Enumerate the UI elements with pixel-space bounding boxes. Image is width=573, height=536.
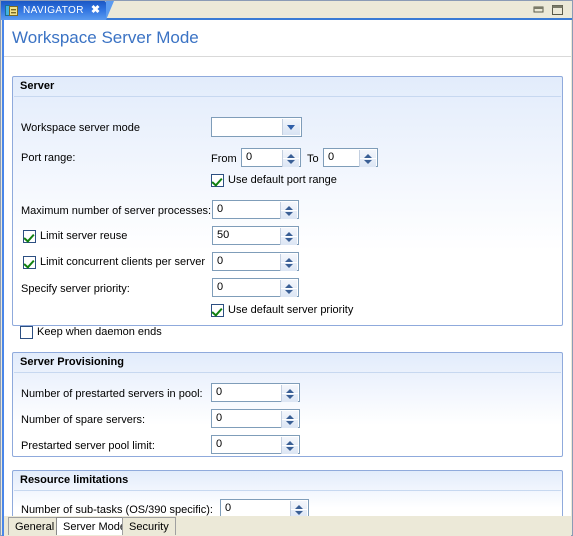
section-server-title: Server [20, 80, 55, 92]
section-resource-title: Resource limitations [20, 474, 129, 486]
tab-general-label: General [15, 520, 55, 533]
stepper-divider [282, 419, 298, 420]
minimize-icon[interactable] [532, 4, 545, 16]
page-title: Workspace Server Mode [12, 28, 199, 47]
port-range-from-stepper[interactable] [282, 150, 299, 167]
workspace-server-mode-combo[interactable] [211, 117, 302, 137]
prestarted-pool-limit-label: Prestarted server pool limit: [21, 440, 155, 452]
section-resource-rule [14, 490, 561, 491]
port-range-to-field[interactable]: 0 [323, 148, 378, 167]
prestarted-pool-limit-stepper[interactable] [281, 437, 298, 454]
section-server: Server Workspace server mode Port range:… [12, 76, 563, 326]
limit-server-reuse-checkbox[interactable] [23, 230, 36, 243]
limit-server-reuse-label: Limit server reuse [40, 230, 128, 242]
limit-server-reuse-field[interactable]: 50 [212, 226, 299, 245]
port-range-to-label: To [307, 153, 319, 165]
port-range-to-value: 0 [328, 151, 335, 163]
stepper-divider [360, 158, 376, 159]
tab-security[interactable]: Security [122, 517, 176, 535]
stepper-down-icon[interactable] [286, 421, 294, 425]
limit-concurrent-clients-value: 0 [217, 255, 224, 267]
stepper-down-icon[interactable] [364, 160, 372, 164]
specify-server-priority-field[interactable]: 0 [212, 278, 299, 297]
stepper-down-icon[interactable] [285, 238, 293, 242]
specify-server-priority-stepper[interactable] [280, 280, 297, 297]
tab-server-mode-label: Server Mode [63, 520, 126, 533]
section-provisioning-rule [14, 372, 561, 373]
keep-when-daemon-ends-label: Keep when daemon ends [37, 326, 162, 338]
use-default-port-range-label: Use default port range [228, 174, 337, 186]
prestarted-servers-in-pool-field[interactable]: 0 [211, 383, 300, 402]
spare-servers-value: 0 [216, 412, 223, 424]
specify-server-priority-value: 0 [217, 281, 224, 293]
use-default-server-priority-checkbox[interactable] [211, 304, 224, 317]
spare-servers-stepper[interactable] [281, 411, 298, 428]
chevron-down-icon[interactable] [282, 119, 300, 135]
port-range-from-field[interactable]: 0 [241, 148, 301, 167]
spare-servers-label: Number of spare servers: [21, 414, 146, 426]
sub-tasks-value: 0 [225, 502, 232, 514]
keep-when-daemon-ends-checkbox[interactable] [20, 326, 33, 339]
stepper-divider [282, 393, 298, 394]
max-server-processes-field[interactable]: 0 [212, 200, 299, 219]
stepper-down-icon[interactable] [295, 511, 303, 515]
spare-servers-field[interactable]: 0 [211, 409, 300, 428]
prestarted-servers-in-pool-value: 0 [216, 386, 223, 398]
port-range-to-stepper[interactable] [359, 150, 376, 167]
maximize-icon[interactable] [551, 4, 564, 16]
use-default-server-priority-label: Use default server priority [228, 304, 354, 316]
section-server-rule [14, 96, 561, 97]
prestarted-servers-in-pool-stepper[interactable] [281, 385, 298, 402]
stepper-down-icon[interactable] [285, 290, 293, 294]
max-server-processes-stepper[interactable] [280, 202, 297, 219]
editor-tab-navigator[interactable]: NAVIGATOR ✖ [1, 1, 115, 20]
editor-window: NAVIGATOR ✖ Workspace Server Mode Server [0, 0, 573, 536]
preference-page: Workspace Server Mode Server Workspace s… [2, 20, 571, 525]
stepper-divider [281, 236, 297, 237]
stepper-divider [281, 262, 297, 263]
bottom-tab-bar: General Server Mode Security [2, 516, 571, 536]
limit-concurrent-clients-checkbox[interactable] [23, 256, 36, 269]
stepper-divider [281, 210, 297, 211]
port-range-from-label: From [211, 153, 237, 165]
workspace-server-mode-label: Workspace server mode [21, 122, 141, 134]
navigator-icon [5, 4, 18, 17]
use-default-port-range-checkbox[interactable] [211, 174, 224, 187]
tab-general[interactable]: General [8, 517, 62, 535]
stepper-divider [291, 509, 307, 510]
stepper-down-icon[interactable] [285, 264, 293, 268]
specify-server-priority-label: Specify server priority: [21, 283, 130, 295]
close-icon[interactable]: ✖ [91, 5, 100, 16]
stepper-down-icon[interactable] [287, 160, 295, 164]
max-server-processes-value: 0 [217, 203, 224, 215]
limit-concurrent-clients-field[interactable]: 0 [212, 252, 299, 271]
stepper-down-icon[interactable] [286, 395, 294, 399]
max-server-processes-label: Maximum number of server processes: [21, 205, 212, 217]
limit-concurrent-clients-stepper[interactable] [280, 254, 297, 271]
limit-server-reuse-stepper[interactable] [280, 228, 297, 245]
stepper-divider [281, 288, 297, 289]
stepper-divider [283, 158, 299, 159]
tab-security-label: Security [129, 520, 169, 533]
tab-slant-decoration [106, 1, 115, 20]
editor-tab-strip: NAVIGATOR ✖ [1, 1, 572, 20]
stepper-down-icon[interactable] [285, 212, 293, 216]
stepper-down-icon[interactable] [286, 447, 294, 451]
prestarted-servers-in-pool-label: Number of prestarted servers in pool: [21, 388, 203, 400]
stepper-divider [282, 445, 298, 446]
limit-concurrent-clients-label: Limit concurrent clients per server [40, 256, 206, 268]
port-range-label: Port range: [21, 152, 76, 164]
prestarted-pool-limit-field[interactable]: 0 [211, 435, 300, 454]
port-range-from-value: 0 [246, 151, 253, 163]
title-separator [4, 56, 571, 57]
editor-tab-label: NAVIGATOR [23, 5, 84, 16]
section-provisioning-title: Server Provisioning [20, 356, 124, 368]
section-server-provisioning: Server Provisioning Number of prestarted… [12, 352, 563, 457]
prestarted-pool-limit-value: 0 [216, 438, 223, 450]
limit-server-reuse-value: 50 [217, 229, 230, 241]
